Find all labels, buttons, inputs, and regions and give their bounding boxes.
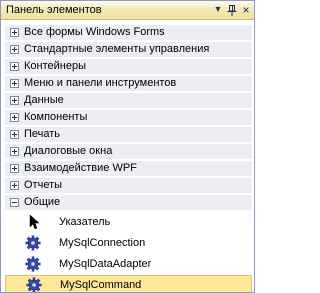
tool-item-mysqlconnection[interactable]: MySqlConnection	[5, 233, 252, 254]
category-components[interactable]: Компоненты	[5, 110, 252, 126]
component-gear-icon	[26, 277, 42, 292]
category-common-controls[interactable]: Стандартные элементы управления	[5, 42, 252, 58]
category-printing[interactable]: Печать	[5, 127, 252, 143]
category-label: Контейнеры	[24, 60, 86, 72]
expand-plus-icon[interactable]	[10, 113, 19, 122]
tool-item-mysqlcommand[interactable]: MySqlCommand	[5, 275, 252, 292]
expand-plus-icon[interactable]	[10, 130, 19, 139]
toolbox-content: Все формы Windows Forms Стандартные элем…	[5, 25, 252, 292]
category-wpf-interop[interactable]: Взаимодействие WPF	[5, 161, 252, 177]
tool-item-label: MySqlConnection	[59, 237, 146, 249]
collapse-minus-icon[interactable]	[10, 198, 19, 207]
category-label: Меню и панели инструментов	[24, 77, 177, 89]
auto-hide-pin-icon[interactable]	[225, 3, 239, 17]
category-label: Диалоговые окна	[24, 145, 113, 157]
expand-plus-icon[interactable]	[10, 181, 19, 190]
category-label: Все формы Windows Forms	[24, 26, 165, 38]
category-label: Отчеты	[24, 179, 63, 191]
tool-item-mysqldataadapter[interactable]: MySqlDataAdapter	[5, 254, 252, 275]
tool-item-pointer[interactable]: Указатель	[5, 212, 252, 233]
category-general[interactable]: Общие	[5, 195, 252, 211]
expand-plus-icon[interactable]	[10, 45, 19, 54]
category-label: Взаимодействие WPF	[24, 162, 137, 174]
toolbox-panel: Панель элементов ▾ × Все формы Windows F…	[0, 0, 255, 293]
tool-item-label: MySqlCommand	[60, 279, 142, 291]
category-label: Стандартные элементы управления	[24, 43, 210, 55]
toolbox-title: Панель элементов	[6, 4, 102, 16]
component-gear-icon	[25, 235, 41, 251]
expand-plus-icon[interactable]	[10, 62, 19, 71]
category-reports[interactable]: Отчеты	[5, 178, 252, 194]
toolbox-titlebar: Панель элементов ▾ ×	[1, 1, 254, 20]
close-icon[interactable]: ×	[239, 3, 253, 17]
category-label: Данные	[24, 94, 64, 106]
category-label: Общие	[24, 196, 61, 208]
category-containers[interactable]: Контейнеры	[5, 59, 252, 75]
category-menus-toolbars[interactable]: Меню и панели инструментов	[5, 76, 252, 92]
category-label: Компоненты	[24, 111, 88, 123]
expand-plus-icon[interactable]	[10, 96, 19, 105]
category-data[interactable]: Данные	[5, 93, 252, 109]
expand-plus-icon[interactable]	[10, 147, 19, 156]
category-all-windows-forms[interactable]: Все формы Windows Forms	[5, 25, 252, 41]
pointer-icon	[25, 214, 41, 230]
window-position-dropdown-icon[interactable]: ▾	[211, 3, 225, 17]
tool-item-label: Указатель	[59, 216, 111, 228]
expand-plus-icon[interactable]	[10, 28, 19, 37]
expand-plus-icon[interactable]	[10, 79, 19, 88]
component-gear-icon	[25, 256, 41, 272]
tool-item-label: MySqlDataAdapter	[59, 258, 152, 270]
expand-plus-icon[interactable]	[10, 164, 19, 173]
category-dialogs[interactable]: Диалоговые окна	[5, 144, 252, 160]
category-label: Печать	[24, 128, 61, 140]
